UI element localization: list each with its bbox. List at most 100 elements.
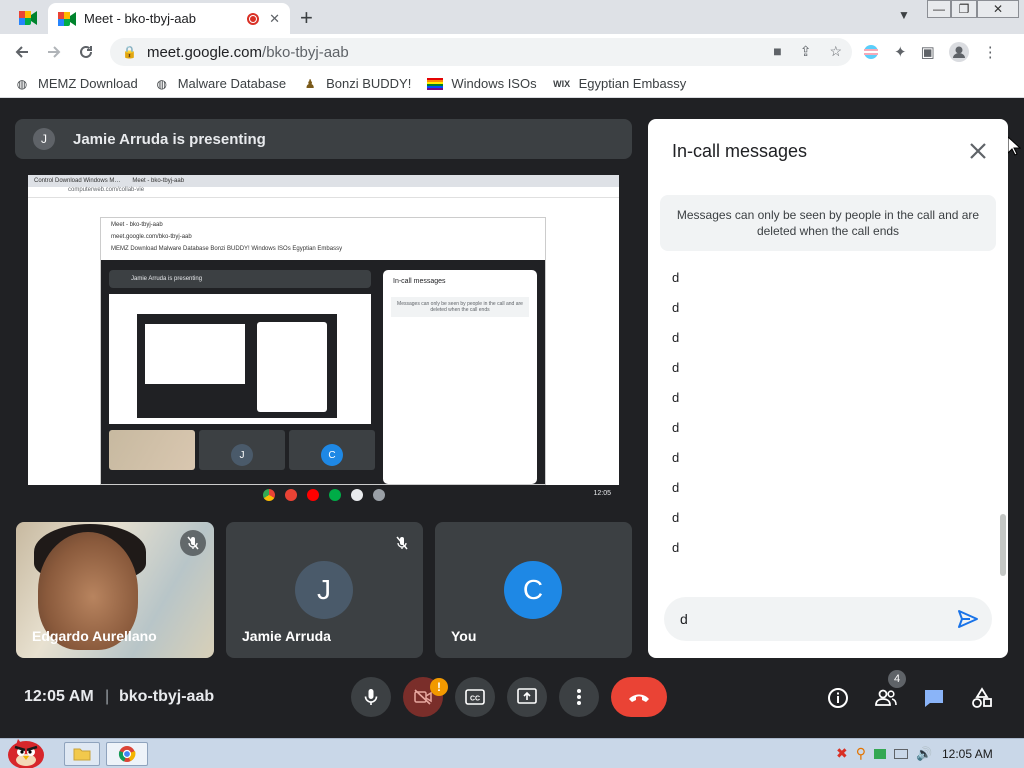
meeting-code: bko-tbyj-aab [119,688,215,705]
angry-bird-start-icon[interactable] [4,731,48,768]
participant-avatar: J [295,561,353,619]
minimize-button[interactable]: — [927,0,951,18]
tray-network-icon[interactable] [874,748,886,759]
tab-meet[interactable]: Meet - bko-tbyj-aab ✕ [48,3,290,34]
meeting-time: 12:05 AM [24,688,94,705]
shared-inner-browser: Meet - bko-tbyj-aab meet.google.com/bko-… [100,217,546,485]
extensions-puzzle-icon[interactable]: ✦ [894,43,907,61]
taskbar-chrome-button[interactable] [106,742,148,766]
microphone-button[interactable] [351,677,391,717]
profile-avatar-icon[interactable] [948,42,969,62]
gmail-icon [284,489,297,501]
kebab-menu-icon[interactable]: ⋮ [983,43,998,61]
inner-presenting-bar: Jamie Arruda is presenting [109,270,371,288]
meeting-details-button[interactable] [826,686,850,710]
present-button[interactable] [507,677,547,717]
chat-input-box[interactable] [664,597,992,641]
people-icon [875,689,897,706]
chat-message: d [672,540,680,555]
bonzi-icon: ♟ [304,76,316,91]
reload-button[interactable] [74,40,98,64]
taskbar-explorer-button[interactable] [64,742,100,766]
chat-message: d [672,330,680,345]
participant-tile-edgardo[interactable]: Edgardo Aurellano [16,522,214,658]
bookmark-egyptian-embassy[interactable]: WIX Egyptian Embassy [553,76,686,92]
participant-tile-jamie[interactable]: J Jamie Arruda [226,522,423,658]
shared-address-bar: computerweb.com/collab-vie [28,187,619,198]
close-tab-icon[interactable]: ✕ [269,11,280,27]
bookmark-windows-isos[interactable]: Windows ISOs [427,76,537,92]
chat-input[interactable] [680,611,950,627]
mic-off-icon [389,530,415,556]
end-call-button[interactable] [611,677,667,717]
rainbow-flag-icon [427,77,444,90]
arrow-left-icon [15,46,28,58]
microphone-icon [364,689,378,705]
camera-icon[interactable]: ■ [773,43,781,60]
chat-privacy-note: Messages can only be seen by people in t… [660,195,996,251]
tray-search-icon[interactable]: ⚲ [856,745,866,762]
phone-hangup-icon [629,694,649,702]
chat-scrollbar[interactable] [1000,514,1006,576]
chrome-icon [118,746,136,762]
system-tray: ✖ ⚲ 🔊 [836,745,932,762]
inner-browser-chrome: Meet - bko-tbyj-aab meet.google.com/bko-… [101,218,545,260]
people-button[interactable] [874,686,898,710]
more-options-button[interactable] [559,677,599,717]
pride-flag-icon[interactable] [862,44,880,60]
settings-icon [372,489,385,501]
activities-button[interactable] [970,686,994,710]
chat-button[interactable] [922,686,946,710]
globe-icon: ◍ [156,76,167,91]
chat-message: d [672,510,680,525]
star-icon[interactable]: ☆ [829,43,842,60]
bookmark-label: Bonzi BUDDY! [326,76,412,91]
url-host: meet.google.com [146,43,263,61]
close-window-button[interactable]: ✕ [977,0,1019,18]
bookmark-label: Malware Database [177,76,287,91]
bookmarks-bar: ◍ MEMZ Download ◍ Malware Database ♟ Bon… [0,70,1024,98]
participant-tile-you[interactable]: C You [435,522,632,658]
bookmark-bonzi-buddy[interactable]: ♟ Bonzi BUDDY! [302,76,412,92]
tab-search-chevron-icon[interactable]: ▼ [898,8,910,22]
folder-icon [73,748,91,761]
share-icon[interactable]: ⇪ [800,43,812,60]
activities-shapes-icon [972,687,992,708]
restore-button[interactable]: ❐ [951,0,977,18]
lock-icon[interactable]: 🔒 [122,45,137,59]
participant-name: Jamie Arruda [242,628,331,644]
new-tab-button[interactable]: + [300,5,313,31]
inner-chat-note: Messages can only be seen by people in t… [391,297,529,317]
closed-captions-icon: CC [465,689,485,705]
tray-error-icon[interactable]: ✖ [836,745,848,762]
browser-toolbar: 🔒 meet.google.com/bko-tbyj-aab ■ ⇪ ☆ ✦ ▣… [0,34,1024,70]
send-icon[interactable] [956,607,980,631]
google-meet-icon [58,11,76,26]
chat-message: d [672,360,680,375]
participant-name: Edgardo Aurellano [32,628,157,644]
pinned-tab-google-meet[interactable] [10,5,46,31]
bookmark-malware-database[interactable]: ◍ Malware Database [154,76,286,92]
chat-bubble-icon [925,690,943,707]
more-vert-icon [577,689,581,705]
meet-icon [328,489,341,501]
bookmark-memz-download[interactable]: ◍ MEMZ Download [14,76,138,92]
tray-volume-icon[interactable]: 🔊 [916,746,932,762]
chromeos-shelf: 12:05 [28,485,619,505]
present-screen-icon [517,688,537,704]
tab-title: Meet - bko-tbyj-aab [84,11,196,26]
taskbar-clock[interactable]: 12:05 AM [942,747,993,761]
google-meet-icon [19,11,37,25]
presenting-text: Jamie Arruda is presenting [73,130,266,148]
inner-chat-panel: In-call messages Messages can only be se… [383,270,537,484]
inner-tile-edgardo [109,430,195,470]
captions-button[interactable]: CC [455,677,495,717]
reload-icon [80,45,92,58]
chat-message: d [672,390,680,405]
forward-button[interactable] [42,40,66,64]
tray-display-icon[interactable] [894,748,908,759]
side-panel-icon[interactable]: ▣ [921,43,935,61]
back-button[interactable] [10,40,34,64]
close-icon[interactable] [966,139,990,163]
address-bar[interactable]: 🔒 meet.google.com/bko-tbyj-aab ■ ⇪ ☆ [110,38,852,66]
